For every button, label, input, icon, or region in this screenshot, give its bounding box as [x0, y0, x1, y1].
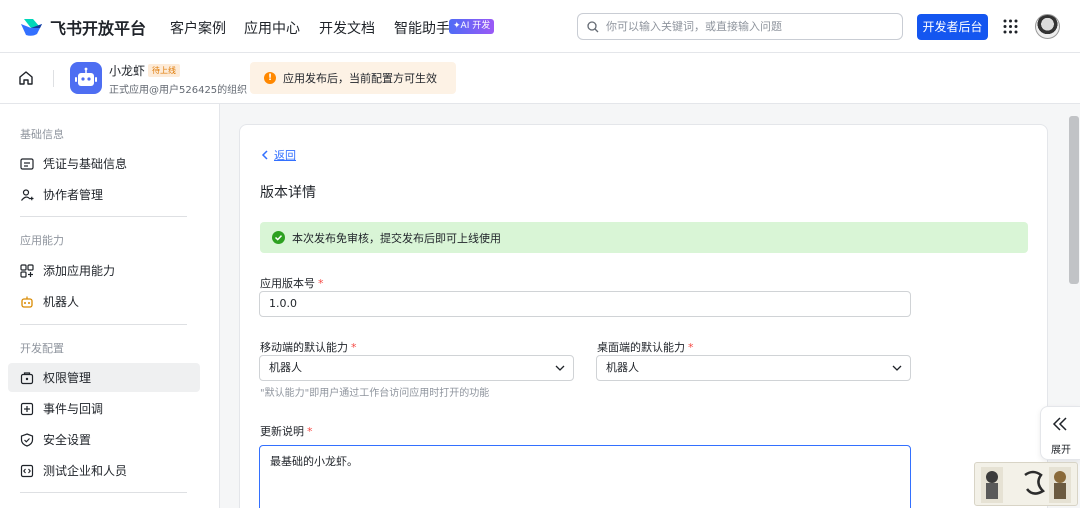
sidebar-divider [20, 216, 187, 217]
mobile-default-label-text: 移动端的默认能力 [260, 341, 348, 354]
id-card-icon [20, 157, 34, 170]
nav-dev-docs[interactable]: 开发文档 [319, 18, 375, 38]
back-link[interactable]: 返回 [260, 147, 296, 163]
watermark-image [974, 462, 1078, 506]
notice-text: 应用发布后，当前配置方可生效 [283, 72, 437, 85]
mobile-default-select[interactable]: 机器人 [259, 355, 574, 381]
search-box[interactable] [577, 13, 903, 40]
default-capability-hint: "默认能力"即用户通过工作台访问应用时打开的功能 [260, 388, 490, 399]
success-text: 本次发布免审核，提交发布后即可上线使用 [292, 231, 501, 245]
release-notes-label: 更新说明 * [260, 423, 313, 439]
sidebar-divider [20, 324, 187, 325]
sidebar-item-label: 安全设置 [43, 433, 92, 447]
brand[interactable]: 飞书开放平台 [20, 15, 146, 39]
search-icon [587, 20, 599, 32]
check-circle-icon [272, 231, 285, 244]
nav-smart-assistant[interactable]: 智能助手 [394, 18, 450, 38]
sidebar-item-label: 权限管理 [43, 371, 92, 385]
sidebar-item-robot[interactable]: 机器人 [8, 287, 200, 316]
chevron-left-icon [261, 150, 268, 160]
app-organization: 正式应用@用户526425的组织 [109, 85, 248, 96]
sidebar-item-label: 协作者管理 [43, 188, 104, 202]
publish-notice: ! 应用发布后，当前配置方可生效 [250, 62, 456, 94]
version-number-label: 应用版本号 * [260, 275, 324, 291]
status-badge: 待上线 [148, 64, 180, 77]
back-link-label: 返回 [274, 149, 296, 162]
ai-dev-badge: ✦AI 开发 [449, 19, 495, 34]
robot-app-icon [70, 62, 102, 94]
sidebar-item-label: 测试企业和人员 [43, 464, 128, 478]
developer-console-button[interactable]: 开发者后台 [917, 14, 988, 40]
sidebar-item-permissions[interactable]: 权限管理 [8, 363, 200, 392]
required-mark: * [351, 341, 357, 354]
watermark-art [981, 467, 1071, 503]
expand-panel-button[interactable]: 展开 [1040, 406, 1080, 460]
home-icon[interactable] [18, 70, 34, 86]
desktop-default-label-text: 桌面端的默认能力 [597, 341, 685, 354]
expand-label: 展开 [1051, 445, 1071, 456]
desktop-default-value: 机器人 [606, 361, 639, 374]
apps-grid-icon[interactable] [1003, 19, 1018, 34]
add-user-icon [21, 188, 34, 201]
user-avatar[interactable] [1035, 14, 1060, 39]
sidebar-group-app-capabilities: 应用能力 [20, 234, 64, 247]
warning-icon: ! [264, 72, 276, 84]
page-title: 版本详情 [260, 185, 316, 201]
version-number-input[interactable]: 1.0.0 [259, 291, 911, 317]
scrollbar-thumb[interactable] [1069, 116, 1079, 284]
desktop-default-label: 桌面端的默认能力 * [597, 339, 694, 355]
sidebar-item-test-users[interactable]: 测试企业和人员 [8, 456, 200, 485]
app-name: 小龙虾 [109, 64, 146, 78]
release-notes-textarea[interactable]: 最基础的小龙虾。 [259, 445, 911, 508]
sidebar-divider [20, 492, 187, 493]
sidebar-item-label: 机器人 [43, 295, 80, 309]
sidebar-item-security[interactable]: 安全设置 [8, 425, 200, 454]
event-add-icon [20, 402, 34, 415]
nav-customer-cases[interactable]: 客户案例 [170, 18, 226, 38]
double-chevron-left-icon [1052, 417, 1067, 431]
top-navigation: 飞书开放平台 客户案例 应用中心 开发文档 智能助手 ✦AI 开发 开发者后台 [0, 0, 1080, 53]
shield-icon [20, 432, 34, 447]
header-divider [53, 70, 54, 87]
sidebar-item-label: 事件与回调 [43, 402, 104, 416]
sidebar-item-collaborators[interactable]: 协作者管理 [8, 180, 200, 209]
feishu-logo-icon [21, 19, 42, 36]
robot-icon [21, 296, 33, 308]
desktop-default-select[interactable]: 机器人 [596, 355, 911, 381]
mobile-default-value: 机器人 [269, 361, 302, 374]
sidebar-item-events[interactable]: 事件与回调 [8, 394, 200, 423]
release-notes-label-text: 更新说明 [260, 425, 304, 438]
sidebar-item-label: 凭证与基础信息 [43, 157, 128, 171]
chevron-down-icon [555, 365, 565, 371]
app-header: 小龙虾 待上线 正式应用@用户526425的组织 ! 应用发布后，当前配置方可生… [0, 53, 1080, 104]
add-grid-icon [20, 263, 34, 278]
sidebar-item-label: 添加应用能力 [43, 264, 116, 278]
chevron-down-icon [892, 365, 902, 371]
required-mark: * [688, 341, 694, 354]
sidebar-group-basic-info: 基础信息 [20, 128, 64, 141]
success-banner: 本次发布免审核，提交发布后即可上线使用 [260, 222, 1028, 253]
sidebar-item-credentials[interactable]: 凭证与基础信息 [8, 149, 200, 178]
required-mark: * [318, 277, 324, 290]
mobile-default-label: 移动端的默认能力 * [260, 339, 357, 355]
version-number-label-text: 应用版本号 [260, 277, 315, 290]
nav-app-center[interactable]: 应用中心 [244, 18, 300, 38]
sidebar-group-dev-config: 开发配置 [20, 342, 64, 355]
code-icon [20, 464, 34, 477]
permission-icon [20, 371, 34, 384]
required-mark: * [307, 425, 313, 438]
sidebar-item-add-capability[interactable]: 添加应用能力 [8, 256, 200, 285]
brand-name: 飞书开放平台 [50, 19, 147, 38]
search-input[interactable] [606, 20, 896, 33]
